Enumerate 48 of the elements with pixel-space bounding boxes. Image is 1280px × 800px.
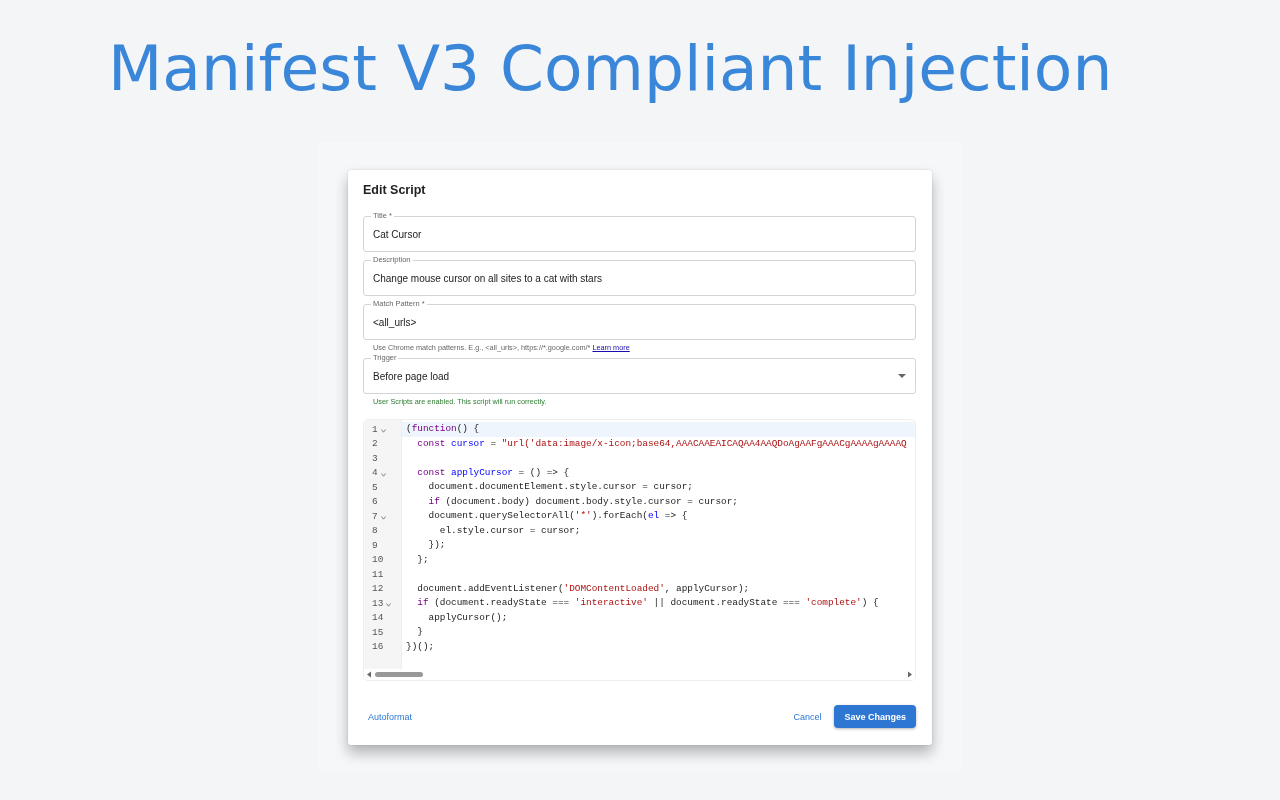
line-number: 16 [372, 641, 384, 653]
line-number: 13 [372, 597, 384, 609]
cancel-button[interactable]: Cancel [788, 707, 827, 726]
code-line: if (document.body) document.body.style.cursor = cursor; [427, 494, 739, 509]
line-number: 5 [372, 481, 378, 493]
line-number: 3 [372, 452, 378, 464]
fold-chevron-icon[interactable] [386, 603, 392, 608]
code-line: el.style.cursor = cursor; [438, 523, 582, 538]
line-number: 7 [372, 510, 378, 522]
code-line: const applyCursor = () => { [416, 465, 571, 480]
code-line: document.querySelectorAll('*').forEach(el => { [427, 509, 689, 523]
fold-chevron-icon[interactable] [380, 516, 386, 521]
field-value: Change mouse cursor on all sites to a cat with stars [373, 272, 603, 284]
scroll-right-icon[interactable] [907, 671, 913, 678]
line-number: 10 [372, 554, 384, 566]
line-number: 8 [372, 525, 378, 537]
code-line: applyCursor(); [427, 610, 509, 625]
line-number: 1 [372, 423, 378, 435]
code-line: const cursor = "url('data:image/x-icon;base64,AAACAAEAICAQAA4AAQDoAgAAFgAAACgAAAAgAAAAQ [416, 436, 908, 451]
field-value: Before page load [373, 370, 451, 382]
line-number: 9 [372, 539, 378, 551]
code-line: document.addEventListener('DOMContentLoaded', applyCursor); [416, 581, 751, 596]
field-value: <all_urls> [373, 316, 418, 328]
code-line: }); [427, 538, 447, 552]
line-number: 2 [372, 438, 378, 450]
save-changes-button[interactable]: Save Changes [834, 705, 916, 728]
page-heading: Manifest V3 Compliant Injection [107, 31, 1114, 107]
code-line: } [416, 625, 424, 639]
scrollbar-thumb[interactable] [375, 672, 423, 677]
scroll-left-icon[interactable] [366, 671, 372, 678]
line-number: 11 [372, 568, 384, 580]
line-number: 14 [372, 612, 384, 624]
code-line: }; [416, 552, 430, 567]
caret-icon [898, 374, 906, 378]
code-line: })(); [405, 639, 436, 654]
dialog-title: Edit Script [363, 183, 426, 197]
line-number: 12 [372, 583, 384, 595]
code-line: if (document.readyState === 'interactive' || document.readyState === 'complete') { [416, 596, 880, 610]
fold-chevron-icon[interactable] [380, 472, 386, 477]
line-number: 4 [372, 467, 378, 479]
line-number: 6 [372, 496, 378, 508]
code-line: document.documentElement.style.cursor = cursor; [427, 480, 694, 494]
horizontal-scrollbar[interactable] [364, 669, 915, 680]
line-number: 15 [372, 626, 384, 638]
autoformat-button[interactable]: Autoformat [363, 707, 418, 726]
fold-chevron-icon[interactable] [380, 429, 386, 434]
field-value: Cat Cursor [373, 228, 423, 240]
code-editor[interactable] [363, 419, 916, 681]
